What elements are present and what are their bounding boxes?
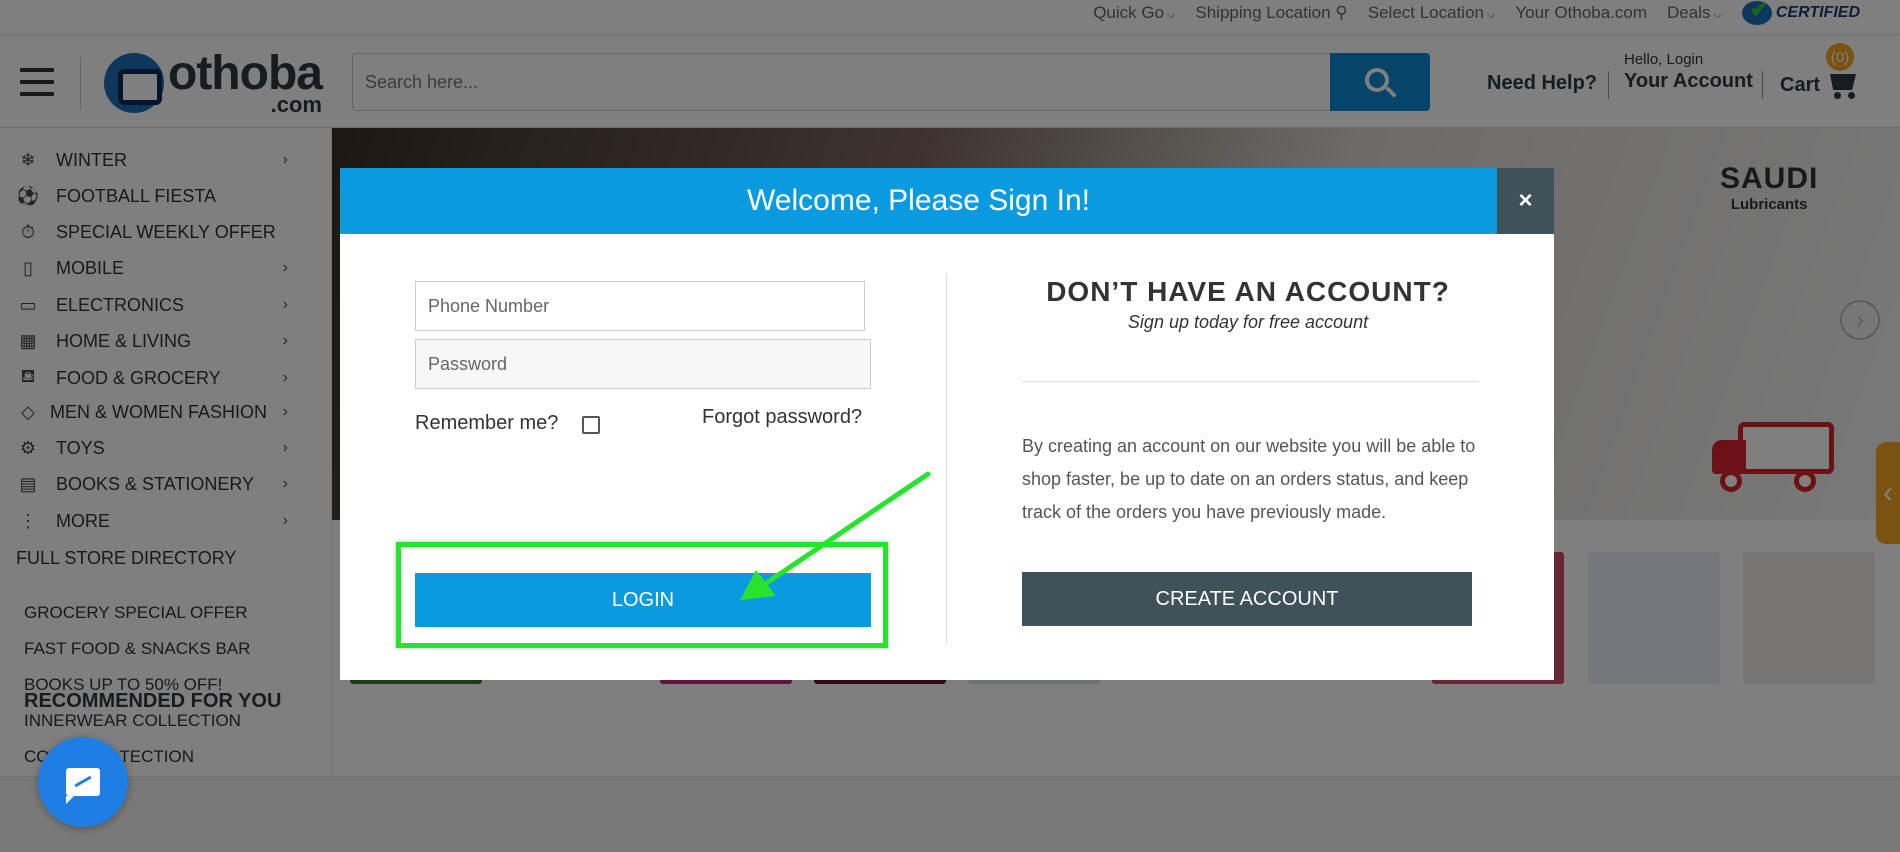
section-divider — [1022, 381, 1478, 382]
password-input[interactable] — [415, 339, 871, 389]
account-benefits-text: By creating an account on our website yo… — [1022, 436, 1476, 522]
create-account-button[interactable]: CREATE ACCOUNT — [1022, 572, 1472, 626]
remember-me-label: Remember me? — [415, 412, 559, 434]
modal-title: Welcome, Please Sign In! — [747, 184, 1090, 217]
no-account-heading: DON’T HAVE AN ACCOUNT? — [1046, 276, 1450, 307]
close-icon[interactable]: × — [1497, 168, 1554, 234]
forgot-password-link[interactable]: Forgot password? — [702, 406, 862, 429]
modal-header: Welcome, Please Sign In! — [340, 168, 1497, 234]
remember-me-checkbox[interactable] — [582, 416, 600, 434]
chat-icon — [66, 768, 100, 804]
annotation-arrow-icon — [740, 471, 931, 600]
no-account-subheading: Sign up today for free account — [1127, 312, 1369, 332]
phone-number-input[interactable] — [415, 281, 865, 331]
chat-button[interactable] — [38, 737, 128, 827]
